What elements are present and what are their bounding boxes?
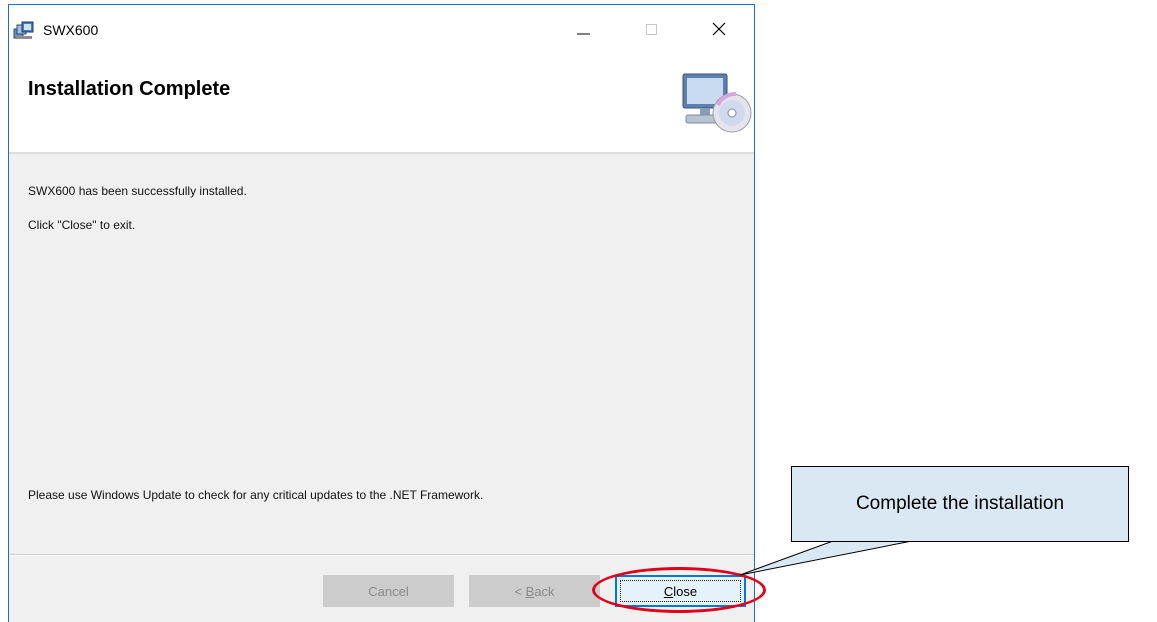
- back-button-label: < Back: [514, 583, 555, 599]
- close-window-button[interactable]: [699, 17, 739, 45]
- minimize-button[interactable]: [563, 17, 603, 45]
- setup-computer-disc-icon: [678, 69, 752, 135]
- title-bar[interactable]: SWX600: [9, 5, 754, 55]
- minimize-icon: [577, 33, 590, 35]
- update-notice: Please use Windows Update to check for a…: [28, 488, 484, 502]
- maximize-icon: [646, 24, 657, 35]
- window-title: SWX600: [43, 22, 99, 38]
- maximize-button: [631, 17, 671, 45]
- exit-instruction: Click "Close" to exit.: [28, 218, 136, 232]
- cancel-button: Cancel: [323, 575, 454, 607]
- close-icon: [712, 22, 726, 36]
- footer-divider: [9, 554, 754, 556]
- annotation-callout: Complete the installation: [791, 466, 1129, 542]
- page-title: Installation Complete: [28, 78, 231, 100]
- success-message: SWX600 has been successfully installed.: [28, 184, 247, 198]
- installer-app-icon: [13, 21, 35, 41]
- dialog-header: Installation Complete: [9, 55, 754, 154]
- back-button: < Back: [469, 575, 600, 607]
- cancel-button-label: Cancel: [368, 583, 409, 599]
- installer-window: SWX600 Installation Complete SWX600 has …: [8, 4, 755, 622]
- close-button-highlight: [592, 567, 766, 613]
- callout-text: Complete the installation: [855, 493, 1065, 514]
